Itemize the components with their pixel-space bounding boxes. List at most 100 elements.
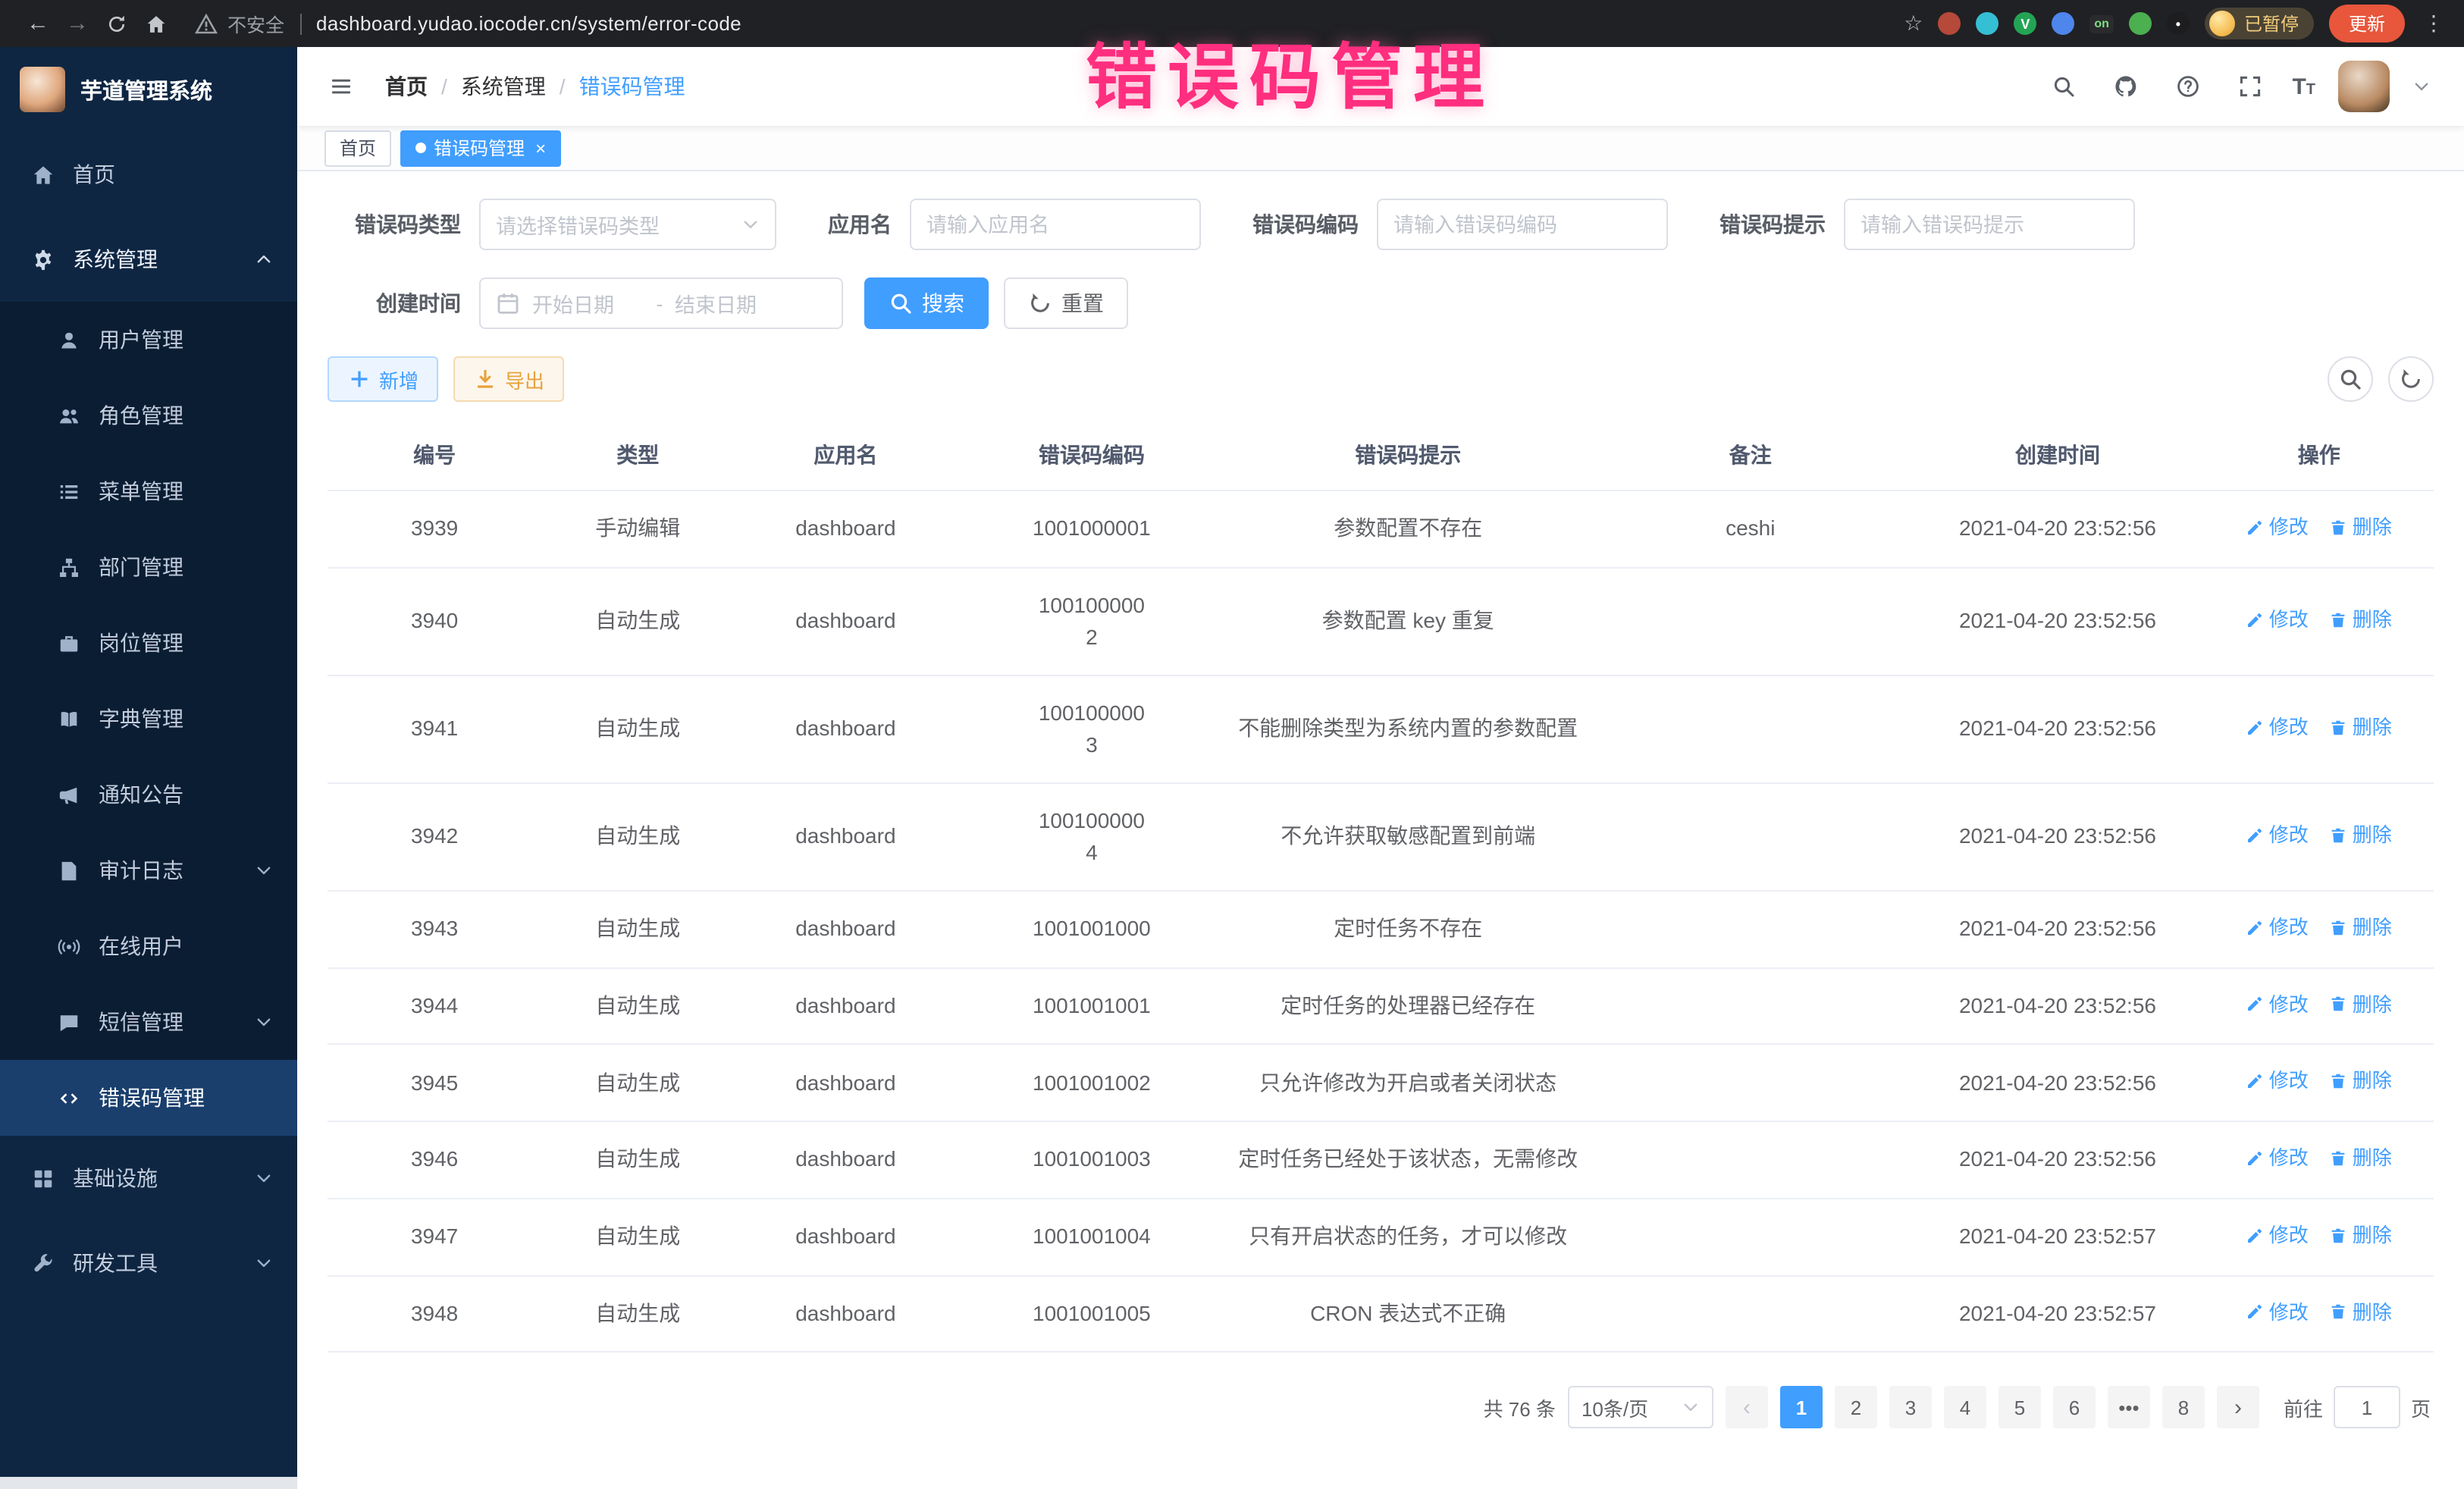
trash-icon <box>2330 1226 2348 1244</box>
app-name-input[interactable] <box>910 199 1201 250</box>
delete-link[interactable]: 删除 <box>2330 820 2392 850</box>
delete-link[interactable]: 删除 <box>2330 1143 2392 1173</box>
sidebar-item-user[interactable]: 用户管理 <box>0 302 297 378</box>
edit-link[interactable]: 修改 <box>2246 820 2309 850</box>
sidebar-item-role[interactable]: 角色管理 <box>0 378 297 453</box>
avatar-caret-down-icon[interactable] <box>2412 77 2431 96</box>
cell-hint: 只允许修改为开启或者关闭状态 <box>1226 1045 1590 1122</box>
edit-link[interactable]: 修改 <box>2246 1067 2309 1096</box>
page-button-2[interactable]: 2 <box>1835 1387 1877 1429</box>
delete-link[interactable]: 删除 <box>2330 605 2392 635</box>
reset-button[interactable]: 重置 <box>1004 277 1128 329</box>
prev-page-button[interactable]: ‹ <box>1726 1387 1768 1429</box>
tab-label: 错误码管理 <box>434 135 525 161</box>
sidebar-item-dept[interactable]: 部门管理 <box>0 529 297 605</box>
browser-reload-button[interactable] <box>97 5 136 42</box>
delete-link[interactable]: 删除 <box>2330 513 2392 542</box>
sidebar-toggle-button[interactable] <box>315 61 367 112</box>
github-icon[interactable] <box>2105 67 2145 106</box>
browser-forward-button[interactable]: → <box>58 5 97 42</box>
extension-icon-green-v[interactable]: V <box>2014 12 2036 35</box>
error-code-input[interactable] <box>1377 199 1668 250</box>
edit-link[interactable]: 修改 <box>2246 1143 2309 1173</box>
extension-icon-on-badge[interactable]: on <box>2089 14 2114 33</box>
sidebar-item-audit[interactable]: 审计日志 <box>0 832 297 908</box>
edit-link[interactable]: 修改 <box>2246 713 2309 742</box>
sidebar-item-system[interactable]: 系统管理 <box>0 217 297 302</box>
error-hint-input[interactable] <box>1844 199 2135 250</box>
sidebar-item-menu[interactable]: 菜单管理 <box>0 453 297 529</box>
more-pages-button[interactable]: ••• <box>2108 1387 2150 1429</box>
help-icon[interactable] <box>2168 67 2207 106</box>
page-button-5[interactable]: 5 <box>1998 1387 2041 1429</box>
page-button-8[interactable]: 8 <box>2162 1387 2205 1429</box>
export-button[interactable]: 导出 <box>453 356 564 402</box>
edit-link[interactable]: 修改 <box>2246 1297 2309 1327</box>
breadcrumb: 首页/系统管理/错误码管理 <box>385 71 685 102</box>
search-icon[interactable] <box>2043 67 2083 106</box>
edit-pencil-icon <box>2246 826 2265 844</box>
bookmark-star-icon[interactable]: ☆ <box>1904 11 1923 36</box>
sidebar-item-dict[interactable]: 字典管理 <box>0 681 297 757</box>
trash-icon <box>2330 718 2348 736</box>
fullscreen-icon[interactable] <box>2230 67 2269 106</box>
security-indicator[interactable]: 不安全 <box>194 9 284 38</box>
column-header-7: 操作 <box>2205 420 2434 491</box>
extension-icon-pin[interactable]: • <box>2167 12 2190 35</box>
screen: ← → 不安全 dashboard.yudao.iocoder.cn/syste… <box>0 0 2464 1489</box>
address-url[interactable]: dashboard.yudao.iocoder.cn/system/error-… <box>316 12 741 35</box>
next-page-button[interactable]: › <box>2217 1387 2259 1429</box>
extension-icon-blue[interactable] <box>2052 12 2074 35</box>
edit-pencil-icon <box>2246 718 2265 736</box>
search-button[interactable]: 搜索 <box>864 277 989 329</box>
page-button-6[interactable]: 6 <box>2053 1387 2096 1429</box>
page-size-select[interactable]: 10条/页 <box>1568 1387 1713 1429</box>
user-avatar[interactable] <box>2338 61 2390 112</box>
create-time-range-picker[interactable]: 开始日期 - 结束日期 <box>479 277 843 329</box>
error-type-select[interactable]: 请选择错误码类型 <box>479 199 776 250</box>
delete-link[interactable]: 删除 <box>2330 1067 2392 1096</box>
sidebar-item-online[interactable]: 在线用户 <box>0 908 297 984</box>
close-icon[interactable]: × <box>535 137 546 158</box>
sidebar-item-infra[interactable]: 基础设施 <box>0 1136 297 1221</box>
document-icon <box>58 859 80 882</box>
sidebar-item-devtools[interactable]: 研发工具 <box>0 1221 297 1306</box>
edit-link[interactable]: 修改 <box>2246 513 2309 542</box>
delete-link[interactable]: 删除 <box>2330 989 2392 1019</box>
goto-page-input[interactable] <box>2334 1387 2400 1429</box>
font-size-icon[interactable]: TT <box>2292 75 2315 98</box>
add-button[interactable]: 新增 <box>328 356 438 402</box>
browser-menu-button[interactable]: ⋮ <box>2423 11 2446 36</box>
browser-back-button[interactable]: ← <box>18 5 58 42</box>
edit-link[interactable]: 修改 <box>2246 913 2309 942</box>
browser-update-button[interactable]: 更新 <box>2329 5 2405 42</box>
sidebar-item-home[interactable]: 首页 <box>0 132 297 217</box>
edit-link[interactable]: 修改 <box>2246 989 2309 1019</box>
page-button-4[interactable]: 4 <box>1944 1387 1986 1429</box>
toggle-search-button[interactable] <box>2328 356 2373 402</box>
browser-home-button[interactable] <box>136 5 176 42</box>
tab-home[interactable]: 首页 <box>324 130 391 166</box>
extension-icon-red[interactable] <box>1938 12 1961 35</box>
page-button-1[interactable]: 1 <box>1780 1387 1823 1429</box>
delete-link[interactable]: 删除 <box>2330 713 2392 742</box>
sidebar-item-notice[interactable]: 通知公告 <box>0 757 297 832</box>
sidebar-item-errorcode[interactable]: 错误码管理 <box>0 1060 297 1136</box>
edit-link[interactable]: 修改 <box>2246 605 2309 635</box>
breadcrumb-item[interactable]: 系统管理 <box>461 71 546 102</box>
profile-chip[interactable]: 已暂停 <box>2205 8 2314 39</box>
delete-link[interactable]: 删除 <box>2330 913 2392 942</box>
edit-link[interactable]: 修改 <box>2246 1221 2309 1250</box>
sidebar-item-sms[interactable]: 短信管理 <box>0 984 297 1060</box>
delete-link[interactable]: 删除 <box>2330 1221 2392 1250</box>
app-logo[interactable]: 芋道管理系统 <box>0 47 297 132</box>
breadcrumb-item[interactable]: 错误码管理 <box>579 71 685 102</box>
extension-icon-leaf[interactable] <box>2129 12 2152 35</box>
page-button-3[interactable]: 3 <box>1889 1387 1932 1429</box>
breadcrumb-item[interactable]: 首页 <box>385 71 428 102</box>
sidebar-item-post[interactable]: 岗位管理 <box>0 605 297 681</box>
extension-icon-teal[interactable] <box>1976 12 1998 35</box>
refresh-table-button[interactable] <box>2388 356 2434 402</box>
delete-link[interactable]: 删除 <box>2330 1297 2392 1327</box>
tab-error-code[interactable]: 错误码管理 × <box>400 130 561 166</box>
